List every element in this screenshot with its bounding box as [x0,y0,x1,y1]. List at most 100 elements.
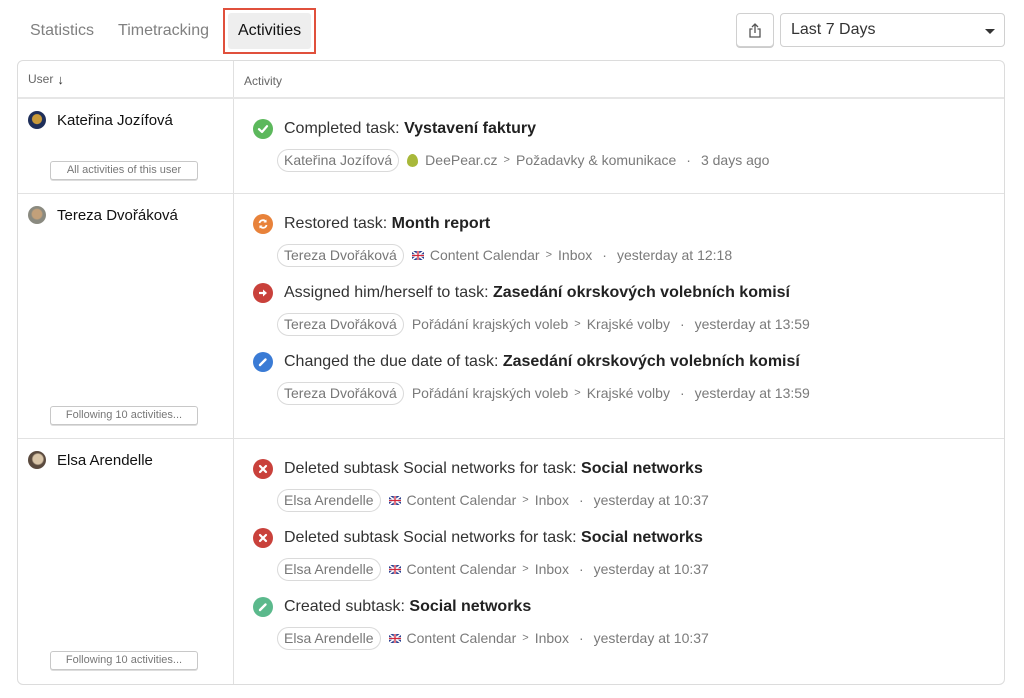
task-link[interactable]: Social networks [581,529,703,546]
meta-dot: · [602,247,607,263]
user-group-row: Elsa Arendelle Following 10 activities..… [18,439,1004,684]
breadcrumb-separator-icon: > [545,249,553,261]
project-link[interactable]: Content Calendar [407,630,517,646]
tab-activities[interactable]: Activities [223,8,317,54]
period-select-value: Last 7 Days [791,21,876,38]
activity-cell: Completed task: Vystavení faktury Kateři… [234,99,1004,193]
activity-meta: Elsa Arendelle Content Calendar > Inbox … [277,488,1004,512]
activity-item: Created subtask: Social networks Elsa Ar… [253,595,1004,650]
arrow-right-circle-icon [253,283,273,303]
tab-activities-label: Activities [228,13,312,49]
project-link[interactable]: Pořádání krajských voleb [412,316,568,332]
project-link[interactable]: Content Calendar [407,561,517,577]
activity-meta: Tereza Dvořáková Content Calendar > Inbo… [277,243,1004,267]
pencil-circle-icon [253,352,273,372]
meta-dot: · [578,561,584,577]
meta-dot: · [679,316,685,332]
meta-dot: · [578,630,584,646]
activity-item: Deleted subtask Social networks for task… [253,526,1004,581]
user-name[interactable]: Tereza Dvořáková [57,207,178,224]
section-link[interactable]: Inbox [535,492,569,508]
project-link[interactable]: Content Calendar [430,247,540,263]
section-link[interactable]: Krajské volby [587,316,670,332]
activity-meta: Elsa Arendelle Content Calendar > Inbox … [277,626,1004,650]
uk-flag-icon [411,250,424,260]
uk-flag-icon [388,633,401,643]
following-activities-button[interactable]: Following 10 activities... [50,406,198,425]
activity-text: Created subtask: Social networks [284,598,532,615]
user-name[interactable]: Elsa Arendelle [57,452,153,469]
activity-text: Completed task: Vystavení faktury [284,120,536,137]
user-pill[interactable]: Tereza Dvořáková [277,243,404,267]
section-link[interactable]: Krajské volby [587,385,670,401]
activity-time: yesterday at 10:37 [593,630,709,646]
pencil-circle-icon [253,597,273,617]
task-link[interactable]: Zasedání okrskových volebních komisí [503,353,800,370]
activity-time: yesterday at 13:59 [694,316,810,332]
user-pill[interactable]: Elsa Arendelle [277,557,381,581]
breadcrumb-separator-icon: > [522,632,529,644]
meta-dot: · [679,385,685,401]
avatar [28,111,46,129]
user-cell: Elsa Arendelle Following 10 activities..… [18,439,234,684]
activity-meta: Tereza Dvořáková Pořádání krajských vole… [277,381,1004,405]
export-button[interactable] [736,13,774,47]
activity-cell: Restored task: Month report Tereza Dvořá… [234,194,1004,438]
breadcrumb-separator-icon: > [522,563,529,575]
section-link[interactable]: Inbox [558,247,592,263]
activity-text: Deleted subtask Social networks for task… [284,460,703,477]
activity-time: yesterday at 10:37 [593,492,709,508]
task-link[interactable]: Vystavení faktury [404,120,536,137]
uk-flag-icon [388,495,401,505]
section-link[interactable]: Inbox [535,561,569,577]
meta-dot: · [578,492,584,508]
following-activities-button[interactable]: Following 10 activities... [50,651,198,670]
column-header-user[interactable]: User ↓ [18,61,234,97]
project-link[interactable]: DeePear.cz [425,152,497,168]
task-link[interactable]: Social networks [581,460,703,477]
user-group-row: Kateřina Jozífová All activities of this… [18,99,1004,194]
restore-icon [253,214,273,234]
user-pill[interactable]: Elsa Arendelle [277,626,381,650]
tab-statistics[interactable]: Statistics [18,13,104,49]
user-name[interactable]: Kateřina Jozífová [57,112,173,129]
task-link[interactable]: Zasedání okrskových volebních komisí [493,284,790,301]
share-export-icon [749,22,761,38]
column-header-user-label: User [28,72,54,86]
user-cell: Kateřina Jozífová All activities of this… [18,99,234,193]
user-group-row: Tereza Dvořáková Following 10 activities… [18,194,1004,439]
breadcrumb-separator-icon: > [574,318,581,330]
project-link[interactable]: Content Calendar [407,492,517,508]
activity-text: Assigned him/herself to task: Zasedání o… [284,284,790,301]
section-link[interactable]: Inbox [535,630,569,646]
task-link[interactable]: Social networks [409,598,531,615]
x-circle-icon [253,528,273,548]
activity-item: Completed task: Vystavení faktury Kateři… [253,117,1004,172]
activity-time: yesterday at 12:18 [616,247,733,263]
section-link[interactable]: Požadavky & komunikace [516,152,676,168]
tab-timetracking[interactable]: Timetracking [108,13,219,49]
column-header-activity: Activity [244,74,283,88]
activity-item: Restored task: Month report Tereza Dvořá… [253,212,1004,267]
activity-cell: Deleted subtask Social networks for task… [234,439,1004,684]
user-pill[interactable]: Elsa Arendelle [277,488,381,512]
uk-flag-icon [388,564,401,574]
period-select[interactable]: Last 7 Days [780,13,1005,47]
user-cell: Tereza Dvořáková Following 10 activities… [18,194,234,438]
activity-meta: Elsa Arendelle Content Calendar > Inbox … [277,557,1004,581]
user-pill[interactable]: Tereza Dvořáková [277,381,404,405]
all-activities-button[interactable]: All activities of this user [50,161,198,180]
breadcrumb-separator-icon: > [522,494,529,506]
user-pill[interactable]: Tereza Dvořáková [277,312,404,336]
activity-time: yesterday at 10:37 [593,561,709,577]
activity-text: Deleted subtask Social networks for task… [284,529,703,546]
user-pill[interactable]: Kateřina Jozífová [277,148,400,172]
project-link[interactable]: Pořádání krajských voleb [412,385,568,401]
sort-arrow-down-icon: ↓ [57,71,64,87]
table-header: User ↓ Activity [18,61,1004,99]
task-link[interactable]: Month report [392,215,491,232]
activity-time: yesterday at 13:59 [694,385,810,401]
activity-item: Deleted subtask Social networks for task… [253,457,1004,512]
activity-meta: Kateřina Jozífová DeePear.cz > Požadavky… [277,148,1004,172]
meta-dot: · [686,152,691,168]
